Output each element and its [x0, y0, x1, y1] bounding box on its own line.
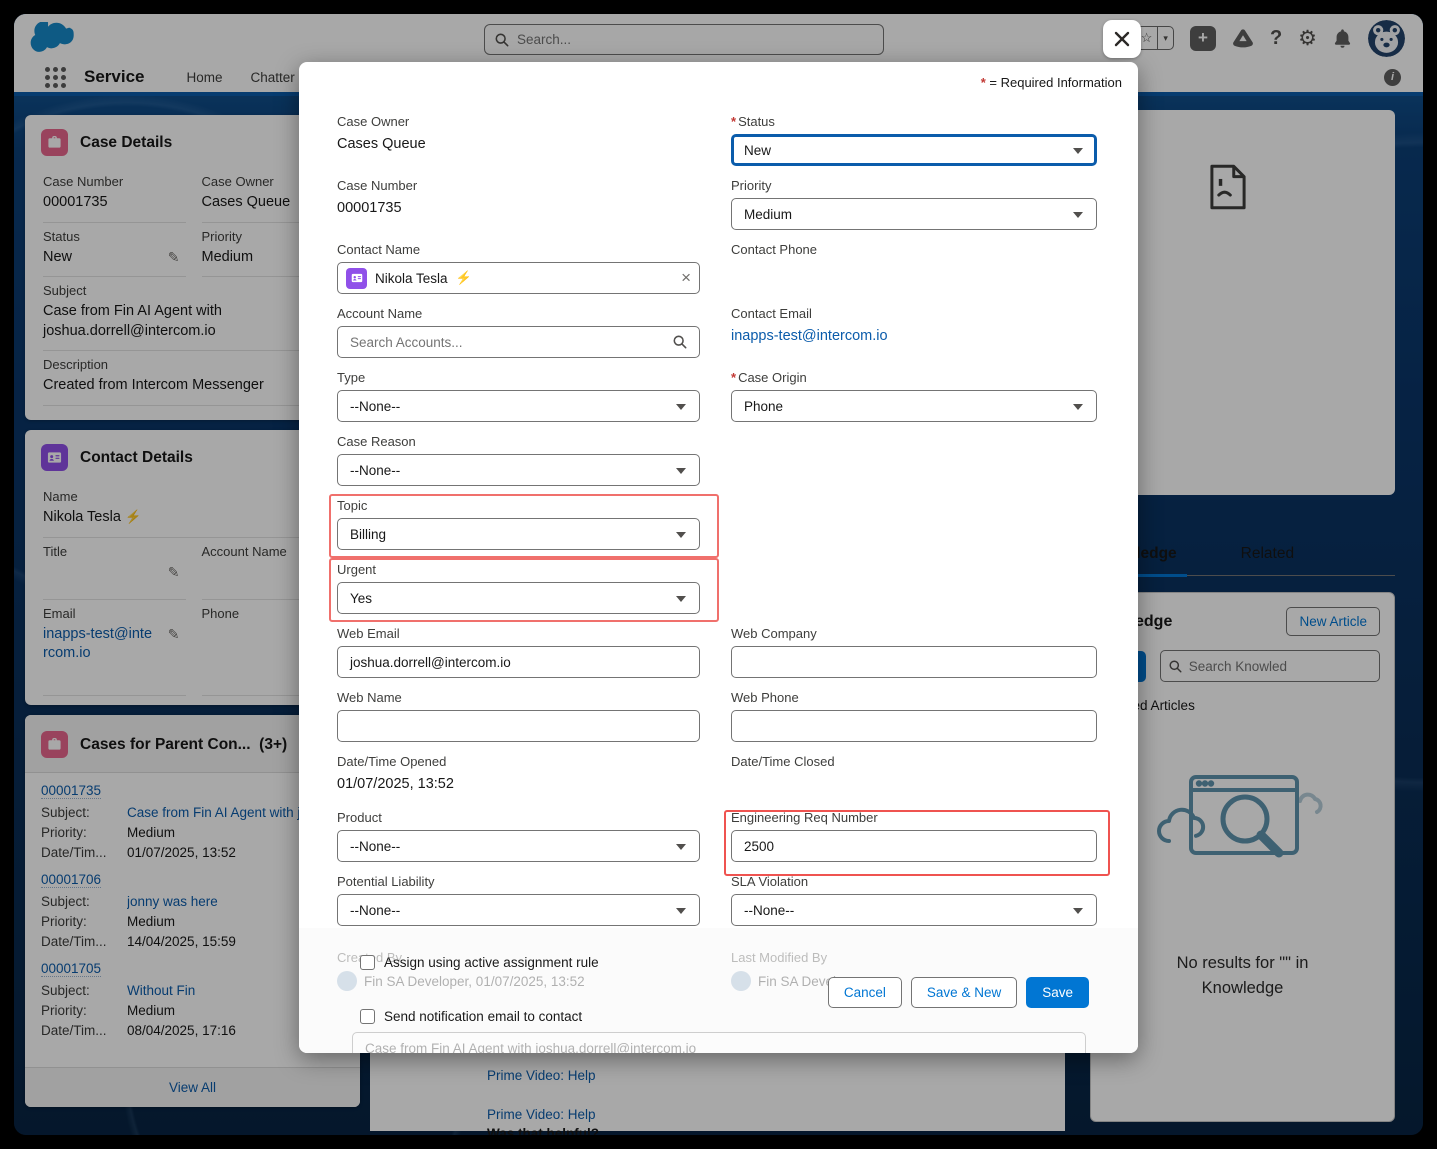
- edit-case-modal: * = Required Information Case Owner Case…: [299, 62, 1138, 1053]
- urgent-select: Urgent Yes: [337, 560, 700, 624]
- eng-req-textbox[interactable]: 2500: [731, 830, 1097, 862]
- case-origin-select: *Case Origin Phone: [731, 368, 1097, 432]
- modal-close-button[interactable]: [1103, 20, 1141, 58]
- case-origin-dropdown[interactable]: Phone: [731, 390, 1097, 422]
- account-search-input[interactable]: [350, 335, 673, 350]
- account-name-lookup: Account Name: [337, 304, 700, 368]
- required-info-note: * = Required Information: [981, 75, 1122, 90]
- status-select: *Status New: [731, 112, 1097, 176]
- sla-violation-dropdown[interactable]: --None--: [731, 894, 1097, 926]
- save-button[interactable]: Save: [1026, 977, 1089, 1008]
- save-and-new-button[interactable]: Save & New: [911, 977, 1017, 1008]
- case-number-readonly: Case Number 00001735: [337, 176, 700, 240]
- potential-liability-dropdown[interactable]: --None--: [337, 894, 700, 926]
- product-select: Product --None--: [337, 808, 700, 872]
- web-company-textbox[interactable]: [731, 646, 1097, 678]
- type-dropdown[interactable]: --None--: [337, 390, 700, 422]
- case-reason-dropdown[interactable]: --None--: [337, 454, 700, 486]
- search-icon: [673, 335, 687, 349]
- web-email-textbox[interactable]: joshua.dorrell@intercom.io: [337, 646, 700, 678]
- web-name-textbox[interactable]: [337, 710, 700, 742]
- type-select: Type --None--: [337, 368, 700, 432]
- assignment-rule-checkbox-row: Assign using active assignment rule: [360, 955, 599, 970]
- eng-req-input: Engineering Req Number 2500: [731, 808, 1097, 872]
- contact-email-link[interactable]: inapps-test@intercom.io: [731, 328, 1097, 344]
- urgent-dropdown[interactable]: Yes: [337, 582, 700, 614]
- potential-liability-select: Potential Liability --None--: [337, 872, 700, 936]
- date-opened-readonly: Date/Time Opened 01/07/2025, 13:52: [337, 752, 700, 808]
- lightning-icon: ⚡: [456, 270, 472, 286]
- product-dropdown[interactable]: --None--: [337, 830, 700, 862]
- account-search[interactable]: [337, 326, 700, 358]
- notify-contact-checkbox[interactable]: [360, 1009, 375, 1024]
- subject-textbox: Case from Fin AI Agent with joshua.dorre…: [352, 1032, 1086, 1053]
- contact-icon: [346, 268, 367, 289]
- case-owner-readonly: Case Owner Cases Queue: [337, 112, 700, 176]
- sla-violation-select: SLA Violation --None--: [731, 872, 1097, 936]
- web-phone-input: Web Phone: [731, 688, 1097, 752]
- assignment-rule-checkbox[interactable]: [360, 955, 375, 970]
- contact-pill[interactable]: Nikola Tesla ⚡ ×: [346, 268, 691, 289]
- topic-dropdown[interactable]: Billing: [337, 518, 700, 550]
- screen-frame: ☆ ▾ + ? ⚙ Service Home Chatter i: [0, 0, 1437, 1149]
- contact-phone-field: Contact Phone: [731, 240, 1097, 304]
- date-closed-readonly: Date/Time Closed: [731, 752, 1097, 808]
- contact-email-readonly: Contact Email inapps-test@intercom.io: [731, 304, 1097, 368]
- avatar: [731, 971, 751, 991]
- priority-dropdown[interactable]: Medium: [731, 198, 1097, 230]
- web-phone-textbox[interactable]: [731, 710, 1097, 742]
- status-dropdown[interactable]: New: [731, 134, 1097, 166]
- notify-contact-checkbox-row: Send notification email to contact: [360, 1009, 582, 1024]
- contact-name-lookup: Contact Name Nikola Tesla ⚡ ×: [337, 240, 700, 304]
- topic-select: Topic Billing: [337, 496, 700, 560]
- case-reason-select: Case Reason --None--: [337, 432, 700, 496]
- salesforce-app-window: ☆ ▾ + ? ⚙ Service Home Chatter i: [14, 14, 1423, 1135]
- priority-select: Priority Medium: [731, 176, 1097, 240]
- web-email-input: Web Email joshua.dorrell@intercom.io: [337, 624, 700, 688]
- cancel-button[interactable]: Cancel: [828, 977, 902, 1008]
- close-icon: [1113, 30, 1131, 48]
- avatar: [337, 971, 357, 991]
- modal-footer: Created By Fin SA Developer, 01/07/2025,…: [299, 928, 1138, 1053]
- web-name-input: Web Name: [337, 688, 700, 752]
- remove-contact-icon[interactable]: ×: [681, 268, 691, 288]
- web-company-input: Web Company: [731, 624, 1097, 688]
